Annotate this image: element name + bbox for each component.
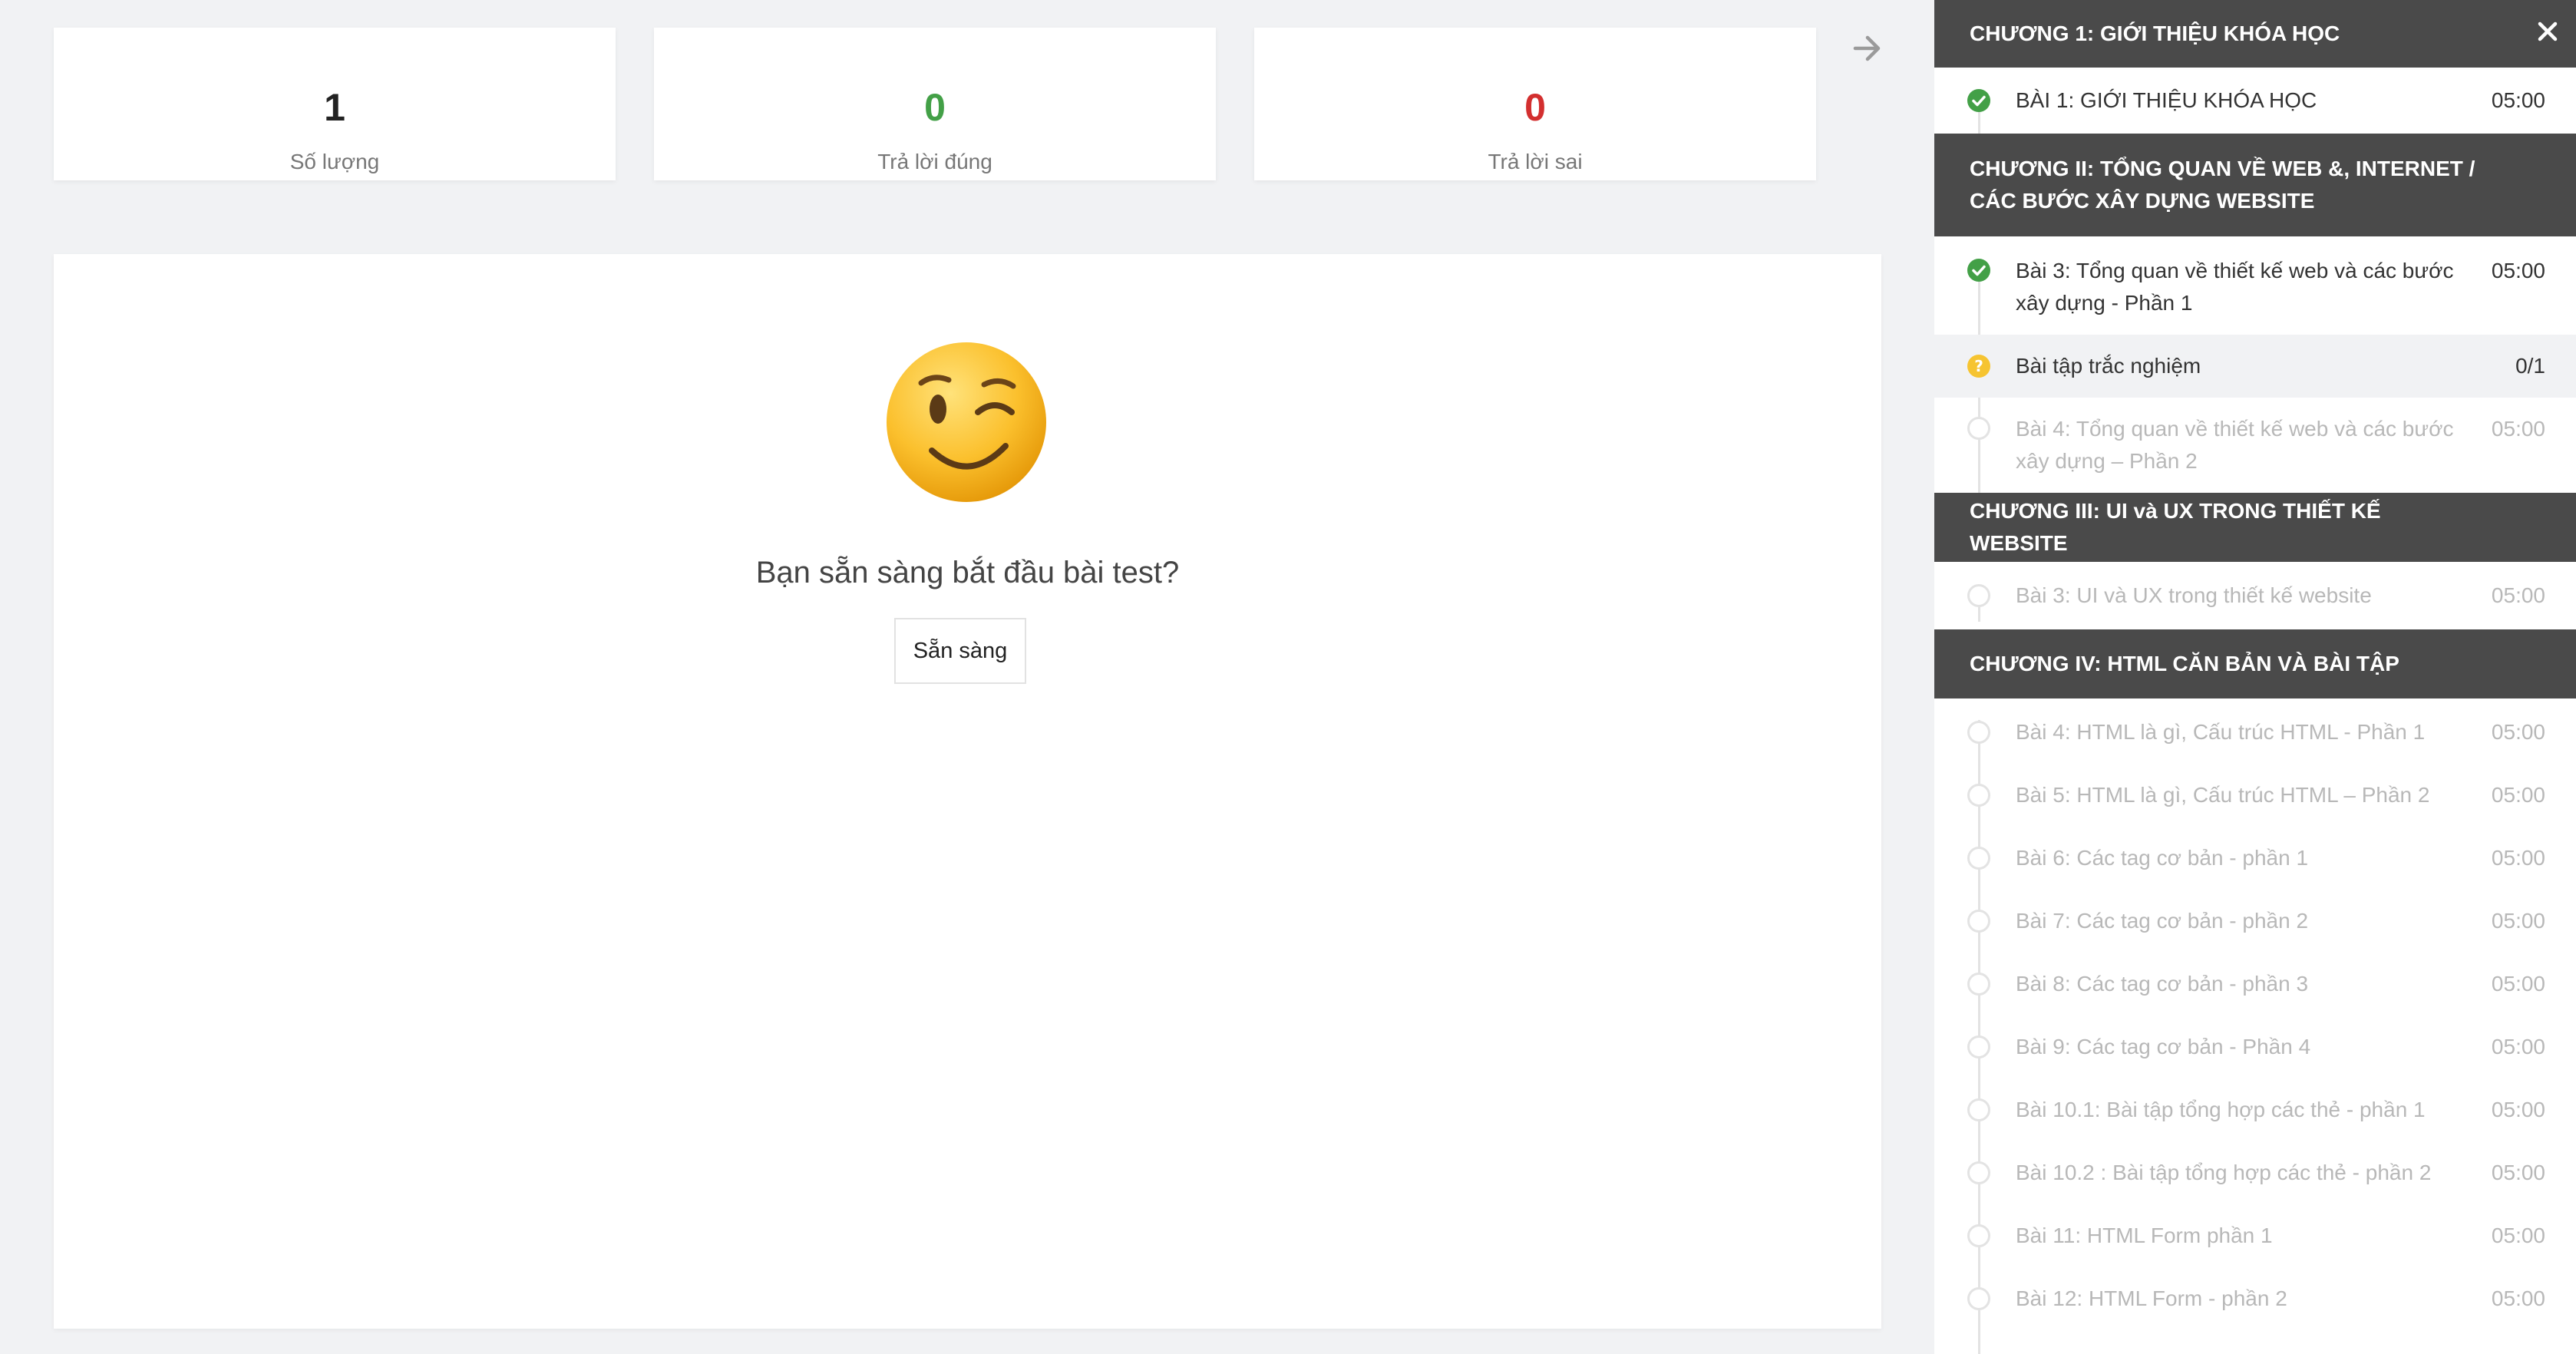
lesson-title: Bài 9: Các tag cơ bản - Phần 4: [2016, 1035, 2311, 1058]
question-circle-icon: ?: [1967, 354, 1991, 378]
check-circle-icon: [1967, 88, 1991, 113]
lesson-item[interactable]: Bài 4: HTML là gì, Cấu trúc HTML - Phần …: [1934, 703, 2576, 766]
lesson-duration: 05:00: [2491, 1286, 2545, 1310]
lesson-duration: 05:00: [2491, 583, 2545, 607]
lesson-title: Bài 6: Các tag cơ bản - phần 1: [2016, 846, 2309, 870]
empty-circle-icon: [1967, 972, 1991, 996]
lesson-item[interactable]: Bài 11: HTML Form phần 1 05:00: [1934, 1207, 2576, 1270]
empty-circle-icon: [1967, 909, 1991, 933]
lesson-item[interactable]: Bài 6: Các tag cơ bản - phần 1 05:00: [1934, 829, 2576, 892]
empty-circle-icon: [1967, 1286, 1991, 1311]
empty-circle-icon: [1967, 1224, 1991, 1248]
lesson-item[interactable]: Bài 4: Tổng quan về thiết kế web và các …: [1934, 398, 2576, 493]
lesson-title: Bài 7: Các tag cơ bản - phần 2: [2016, 909, 2309, 933]
svg-text:?: ?: [1974, 357, 1983, 375]
lesson-title: Bài 10.2 : Bài tập tổng hợp các thẻ - ph…: [2016, 1161, 2432, 1184]
lesson-duration: 05:00: [2491, 1161, 2545, 1184]
stat-wrong-value: 0: [1524, 86, 1546, 129]
lesson-title: Bài 4: HTML là gì, Cấu trúc HTML - Phần …: [2016, 720, 2426, 744]
quiz-prompt: Bạn sẵn sàng bắt đầu bài test?: [755, 556, 1180, 589]
lesson-duration: 05:00: [2491, 1224, 2545, 1247]
lesson-item[interactable]: Bài 3: UI và UX trong thiết kế website 0…: [1934, 563, 2576, 629]
chapter-title: CHƯƠNG II: TỔNG QUAN VỀ WEB &, INTERNET …: [1970, 157, 2475, 213]
lesson-item[interactable]: Bài 10.2 : Bài tập tổng hợp các thẻ - ph…: [1934, 1144, 2576, 1207]
course-sidebar: CHƯƠNG 1: GIỚI THIỆU KHÓA HỌC BÀI 1: GIỚ…: [1934, 0, 2576, 1354]
stat-card-wrong: 0 Trả lời sai: [1254, 28, 1816, 180]
lesson-item[interactable]: Bài 12: HTML Form - phần 2 05:00: [1934, 1270, 2576, 1333]
stat-correct-value: 0: [924, 86, 946, 129]
empty-circle-icon: [1967, 416, 1991, 441]
empty-circle-icon: [1967, 1035, 1991, 1059]
close-icon[interactable]: [2531, 15, 2564, 48]
empty-circle-icon: [1967, 583, 1991, 608]
quiz-progress: 0/1: [2515, 354, 2545, 378]
lesson-title: Bài 3: Tổng quan về thiết kế web và các …: [2016, 259, 2454, 315]
chapter-header[interactable]: CHƯƠNG 1: GIỚI THIỆU KHÓA HỌC: [1934, 0, 2576, 68]
lesson-duration: 05:00: [2491, 909, 2545, 933]
lesson-duration: 05:00: [2491, 259, 2545, 282]
lesson-title: Bài 3: UI và UX trong thiết kế website: [2016, 583, 2372, 607]
lesson-item[interactable]: Bài 10.1: Bài tập tổng hợp các thẻ - phầ…: [1934, 1081, 2576, 1144]
chapter-header[interactable]: CHƯƠNG III: UI và UX TRONG THIẾT KẾ WEBS…: [1934, 493, 2576, 562]
lesson-duration: 05:00: [2491, 1098, 2545, 1121]
empty-circle-icon: [1967, 1161, 1991, 1185]
lesson-duration: 05:00: [2491, 846, 2545, 870]
lesson-item-quiz[interactable]: ? Bài tập trắc nghiệm 0/1: [1934, 335, 2576, 398]
empty-circle-icon: [1967, 846, 1991, 870]
lesson-item[interactable]: BÀI 1: GIỚI THIỆU KHÓA HỌC 05:00: [1934, 68, 2576, 134]
lesson-duration: 05:00: [2491, 783, 2545, 807]
stat-card-correct: 0 Trả lời đúng: [654, 28, 1216, 180]
lesson-title: BÀI 1: GIỚI THIỆU KHÓA HỌC: [2016, 88, 2317, 112]
lesson-duration: 05:00: [2491, 88, 2545, 112]
lesson-title: Bài 5: HTML là gì, Cấu trúc HTML – Phần …: [2016, 783, 2430, 807]
stat-correct-label: Trả lời đúng: [877, 150, 992, 173]
lesson-duration: 05:00: [2491, 417, 2545, 441]
lesson-item[interactable]: Bài 7: Các tag cơ bản - phần 2 05:00: [1934, 892, 2576, 955]
empty-circle-icon: [1967, 783, 1991, 807]
lesson-duration: 05:00: [2491, 1035, 2545, 1058]
chapter-title: CHƯƠNG 1: GIỚI THIỆU KHÓA HỌC: [1970, 21, 2340, 45]
stat-total-value: 1: [324, 86, 345, 129]
lesson-item[interactable]: Bài 8: Các tag cơ bản - phần 3 05:00: [1934, 955, 2576, 1018]
lesson-title: Bài tập trắc nghiệm: [2016, 354, 2201, 378]
ready-button[interactable]: Sẵn sàng: [894, 618, 1026, 684]
chapter-title: CHƯƠNG IV: HTML CĂN BẢN VÀ BÀI TẬP: [1970, 652, 2399, 675]
lesson-title: Bài 12: HTML Form - phần 2: [2016, 1286, 2287, 1310]
chapter-header[interactable]: CHƯƠNG IV: HTML CĂN BẢN VÀ BÀI TẬP: [1934, 629, 2576, 698]
lesson-title: Bài 11: HTML Form phần 1: [2016, 1224, 2273, 1247]
winking-face-icon: [883, 338, 1050, 506]
stat-card-total: 1 Số lượng: [54, 28, 616, 180]
lesson-duration: 05:00: [2491, 720, 2545, 744]
chapter-title: CHƯƠNG III: UI và UX TRONG THIẾT KẾ WEBS…: [1970, 499, 2381, 555]
stat-wrong-label: Trả lời sai: [1488, 150, 1583, 173]
lesson-title: Bài 10.1: Bài tập tổng hợp các thẻ - phầ…: [2016, 1098, 2426, 1121]
lesson-title: Bài 4: Tổng quan về thiết kế web và các …: [2016, 417, 2454, 473]
chapter-header[interactable]: CHƯƠNG II: TỔNG QUAN VỀ WEB &, INTERNET …: [1934, 134, 2576, 236]
lesson-title: Bài 8: Các tag cơ bản - phần 3: [2016, 972, 2309, 996]
stat-total-label: Số lượng: [289, 150, 380, 173]
check-circle-icon: [1967, 258, 1991, 282]
quiz-start-panel: Bạn sẵn sàng bắt đầu bài test? Sẵn sàng: [54, 254, 1881, 1329]
empty-circle-icon: [1967, 720, 1991, 745]
arrow-right-icon[interactable]: [1848, 29, 1887, 68]
lesson-item[interactable]: Bài 3: Tổng quan về thiết kế web và các …: [1934, 236, 2576, 335]
lesson-duration: 05:00: [2491, 972, 2545, 996]
empty-circle-icon: [1967, 1098, 1991, 1122]
lesson-item[interactable]: Bài 9: Các tag cơ bản - Phần 4 05:00: [1934, 1018, 2576, 1081]
lesson-item[interactable]: Bài 5: HTML là gì, Cấu trúc HTML – Phần …: [1934, 766, 2576, 829]
